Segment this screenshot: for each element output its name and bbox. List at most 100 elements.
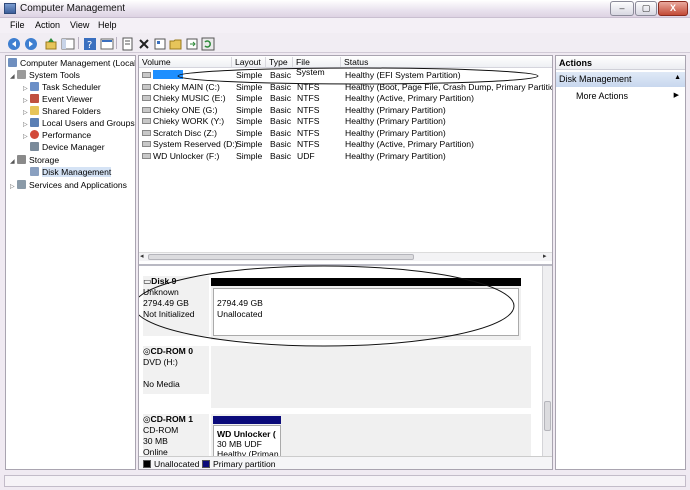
menu-bar: File Action View Help <box>0 18 690 33</box>
menu-action[interactable]: Action <box>35 20 60 30</box>
disk-view-vscrollbar[interactable] <box>542 266 552 462</box>
menu-help[interactable]: Help <box>98 20 117 30</box>
collapse-up-icon[interactable]: ▲ <box>674 74 681 81</box>
legend: Unallocated Primary partition <box>139 456 552 469</box>
column-file-system[interactable]: File System <box>293 57 341 77</box>
cdrom-0-label[interactable]: ◎CD-ROM 0 DVD (H:) No Media <box>143 346 209 394</box>
unallocated-bar <box>211 278 521 286</box>
layout-cell: Simple <box>236 81 263 92</box>
status-cell: Healthy (Active, Primary Partition) <box>345 139 474 149</box>
volume-name-cell: WD Unlocker (F:) <box>153 150 220 161</box>
tree-item-device-manager[interactable]: Device Manager <box>30 142 105 153</box>
cdrom-1-area: WD Unlocker ( 30 MB UDF Healthy (Priman <box>211 414 531 458</box>
toolbar: ? <box>0 33 690 53</box>
console-tree: Computer Management (Local ◢ System Tools… <box>5 55 136 470</box>
tree-item-storage[interactable]: ◢ Storage <box>10 155 59 166</box>
status-cell: Healthy (Boot, Page File, Crash Dump, Pr… <box>345 81 553 92</box>
disk-management-pane: Volume Layout Type File System Status Si… <box>138 55 553 470</box>
volume-row[interactable]: Chieky ONE (G:) Simple Basic NTFS Health… <box>139 105 552 117</box>
menu-view[interactable]: View <box>70 20 89 30</box>
column-status[interactable]: Status <box>341 57 552 68</box>
wd-unlocker-partition[interactable]: WD Unlocker ( 30 MB UDF Healthy (Priman <box>213 425 281 458</box>
redacted-label <box>153 70 183 79</box>
open-icon[interactable] <box>168 36 182 50</box>
expand-arrow-icon[interactable]: ▷ <box>23 132 30 143</box>
tree-item-system-tools[interactable]: ◢ System Tools <box>10 70 80 81</box>
forward-icon[interactable] <box>23 36 37 50</box>
export-icon[interactable] <box>184 36 198 50</box>
tree-item-disk-management[interactable]: Disk Management <box>30 167 112 178</box>
column-type[interactable]: Type <box>266 57 293 68</box>
properties-icon[interactable] <box>152 36 166 50</box>
collapse-arrow-icon[interactable]: ◢ <box>10 157 17 168</box>
volume-row[interactable]: Scratch Disc (Z:) Simple Basic NTFS Heal… <box>139 128 552 140</box>
scrollbar-thumb[interactable] <box>148 254 414 260</box>
menu-file[interactable]: File <box>10 20 25 30</box>
volume-row[interactable]: WD Unlocker (F:) Simple Basic UDF Health… <box>139 151 552 163</box>
actions-title: Actions <box>556 56 685 70</box>
disk-name: ◎CD-ROM 0 <box>143 346 193 356</box>
actions-section-disk-management[interactable]: Disk Management ▲ <box>556 72 685 87</box>
tree-item-services-apps[interactable]: ▷ Services and Applications <box>10 180 127 191</box>
layout-cell: Simple <box>236 104 263 115</box>
volume-row[interactable]: Chieky WORK (Y:) Simple Basic NTFS Healt… <box>139 116 552 128</box>
help-icon[interactable]: ? <box>82 36 96 51</box>
minimize-button[interactable]: – <box>610 1 634 16</box>
submenu-arrow-icon[interactable]: ▶ <box>674 91 679 99</box>
layout-cell: Simple <box>236 139 263 149</box>
refresh-icon[interactable] <box>200 36 215 51</box>
expand-arrow-icon[interactable]: ▷ <box>10 182 17 193</box>
actions-pane: Actions Disk Management ▲ More Actions ▶ <box>555 55 686 470</box>
volume-name-cell <box>142 70 183 80</box>
volume-name-cell: Chieky ONE (G:) <box>153 104 218 115</box>
disk-9-label[interactable]: ▭Disk 9 Unknown 2794.49 GB Not Initializ… <box>143 276 209 336</box>
up-icon[interactable] <box>43 36 57 50</box>
back-icon[interactable] <box>6 36 20 50</box>
console-icon[interactable] <box>99 36 114 50</box>
volume-row[interactable]: Chieky MAIN (C:) Simple Basic NTFS Healt… <box>139 82 552 94</box>
cdrom-1-label[interactable]: ◎CD-ROM 1 CD-ROM 30 MB Online <box>143 414 209 462</box>
primary-partition-bar <box>213 416 281 424</box>
tree-item-computer-management[interactable]: Computer Management (Local <box>8 58 135 69</box>
layout-cell: Simple <box>236 116 263 126</box>
tree-item-performance[interactable]: ▷ Performance <box>23 130 91 141</box>
volume-list-hscrollbar[interactable]: ◂ ▸ <box>139 252 552 261</box>
unallocated-region[interactable]: 2794.49 GB Unallocated <box>213 288 519 336</box>
tree-item-shared-folders[interactable]: ▷ Shared Folders <box>23 106 101 117</box>
computer-management-icon <box>4 3 16 14</box>
disk-graphical-view: ▭Disk 9 Unknown 2794.49 GB Not Initializ… <box>139 264 552 464</box>
disk-state: No Media <box>143 379 180 389</box>
more-actions-link[interactable]: More Actions <box>576 91 628 101</box>
volume-name-cell: System Reserved (D:) <box>153 139 238 149</box>
tree-item-task-scheduler[interactable]: ▷ Task Scheduler <box>23 82 101 93</box>
type-cell: Basic <box>270 139 292 149</box>
type-cell: Basic <box>270 81 292 92</box>
legend-unallocated: Unallocated <box>154 459 200 469</box>
column-layout[interactable]: Layout <box>232 57 266 68</box>
disk-type: DVD (H:) <box>143 357 178 367</box>
folder-icon <box>30 106 39 115</box>
console-tree-icon[interactable] <box>120 36 134 51</box>
scroll-right-icon[interactable]: ▸ <box>543 252 547 260</box>
disk-size: 2794.49 GB <box>143 298 189 308</box>
scrollbar-thumb[interactable] <box>544 401 551 431</box>
show-hide-tree-icon[interactable] <box>60 36 75 50</box>
close-button[interactable]: X <box>658 1 688 16</box>
volume-row[interactable]: Simple Basic Healthy (EFI System Partiti… <box>139 70 552 82</box>
volume-name-cell: Chieky WORK (Y:) <box>153 116 225 126</box>
column-volume[interactable]: Volume <box>139 57 232 68</box>
status-cell: Healthy (Primary Partition) <box>345 104 446 115</box>
maximize-button[interactable]: ▢ <box>635 1 657 16</box>
scroll-left-icon[interactable]: ◂ <box>140 252 144 260</box>
volume-name-cell: Scratch Disc (Z:) <box>153 127 217 138</box>
delete-icon[interactable] <box>136 36 150 50</box>
fs-cell: UDF <box>297 150 315 161</box>
clock-icon <box>30 82 39 91</box>
fs-cell: NTFS <box>297 93 320 103</box>
collapse-arrow-icon[interactable]: ◢ <box>10 72 17 83</box>
tree-item-local-users[interactable]: ▷ Local Users and Groups <box>23 118 135 129</box>
volume-row[interactable]: System Reserved (D:) Simple Basic NTFS H… <box>139 139 552 151</box>
volume-row[interactable]: Chieky MUSIC (E:) Simple Basic NTFS Heal… <box>139 93 552 105</box>
tree-item-event-viewer[interactable]: ▷ Event Viewer <box>23 94 92 105</box>
layout-cell: Simple <box>236 127 263 138</box>
